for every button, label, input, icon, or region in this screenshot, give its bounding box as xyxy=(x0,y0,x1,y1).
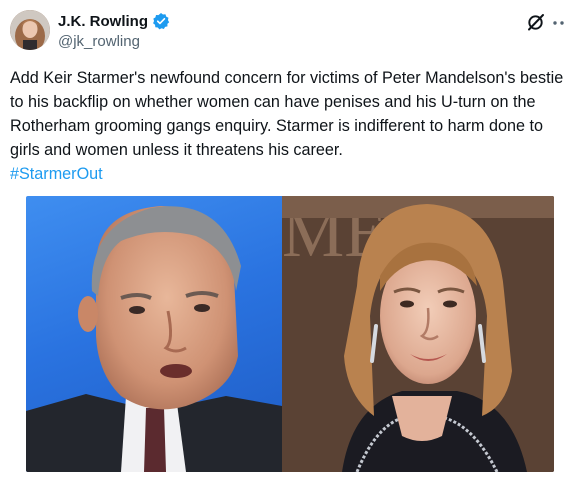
grok-icon[interactable] xyxy=(526,12,546,32)
tweet-media[interactable]: MEDI xyxy=(26,196,554,472)
author-handle[interactable]: @jk_rowling xyxy=(58,33,140,50)
photo-woman-red-carpet[interactable]: MEDI xyxy=(282,196,554,472)
tweet-text: Add Keir Starmer's newfound concern for … xyxy=(10,69,564,159)
hashtag-link[interactable]: #StarmerOut xyxy=(10,162,566,186)
verified-badge-icon xyxy=(153,12,170,30)
author-name-row: J.K. Rowling xyxy=(58,10,170,32)
avatar[interactable] xyxy=(10,10,50,50)
photo-man-blue-background[interactable] xyxy=(26,196,282,472)
tweet-text-block: Add Keir Starmer's newfound concern for … xyxy=(10,66,566,186)
author-display-name[interactable]: J.K. Rowling xyxy=(58,13,148,30)
more-icon[interactable] xyxy=(552,12,566,32)
tweet: J.K. Rowling @jk_rowling Add Keir Starme… xyxy=(0,0,568,490)
